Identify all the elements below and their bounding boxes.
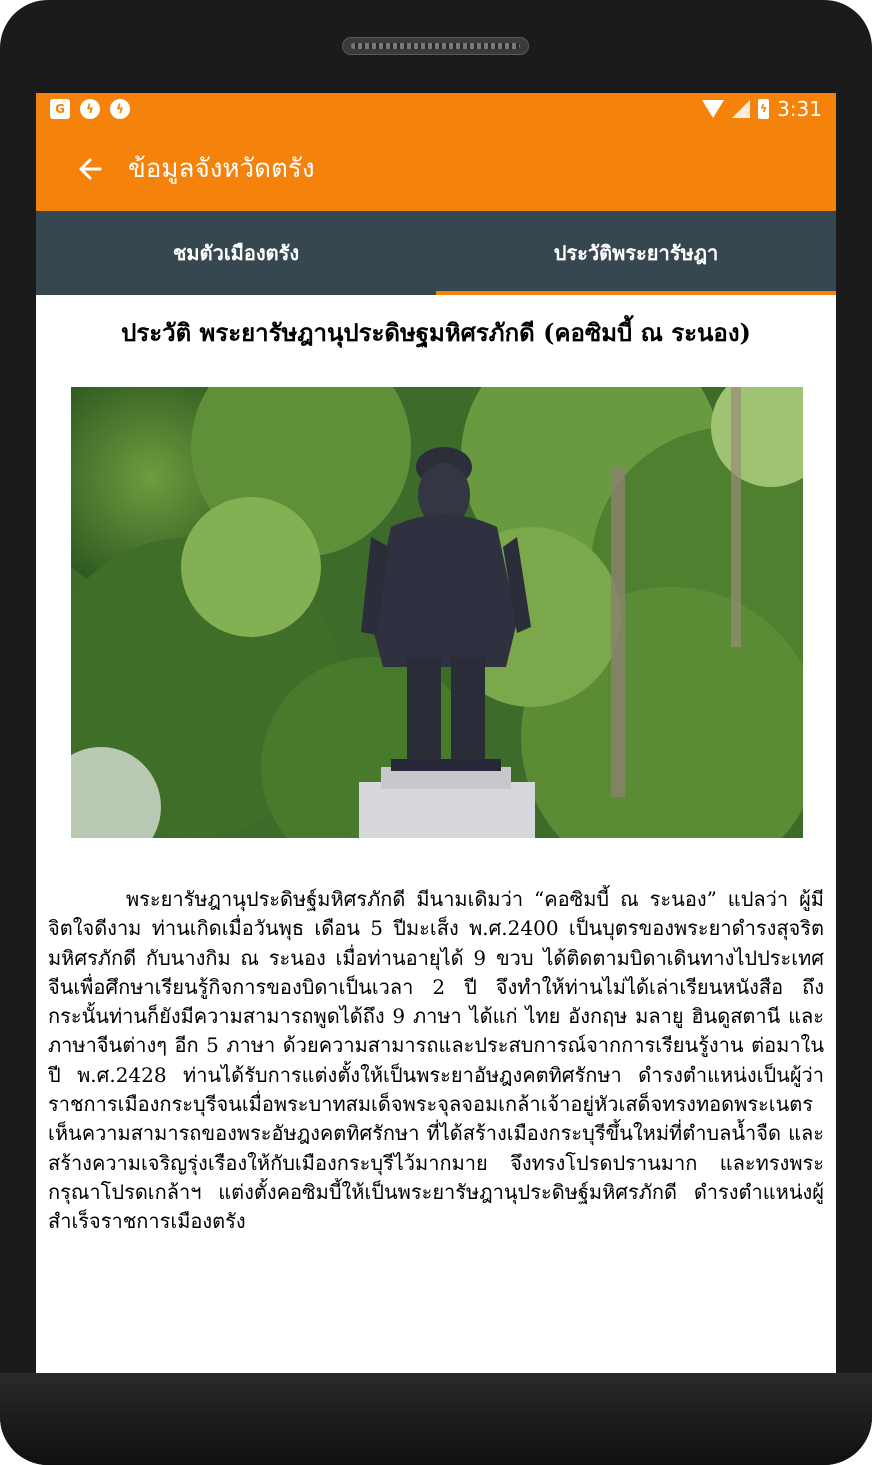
app-screen: G ϟ ϟ ϟ 3:31 ข้อมูลจังหวัดตรัง ชมตัวเมือ… — [36, 93, 836, 1373]
system-icons: ϟ 3:31 — [702, 97, 822, 121]
earpiece-speaker — [342, 37, 529, 55]
messenger-icon: ϟ — [80, 99, 100, 119]
arrow-left-icon[interactable] — [76, 149, 108, 189]
phone-frame: G ϟ ϟ ϟ 3:31 ข้อมูลจังหวัดตรัง ชมตัวเมือ… — [0, 0, 872, 1465]
statue-photo — [71, 387, 803, 838]
page-title: ข้อมูลจังหวัดตรัง — [128, 154, 315, 184]
battery-icon: ϟ — [758, 99, 770, 119]
phone-bottom-bezel — [0, 1373, 872, 1465]
tab-city-tour[interactable]: ชมตัวเมืองตรัง — [36, 211, 436, 295]
article-heading: ประวัติ พระยารัษฎานุประดิษฐมหิศรภักดี (ค… — [121, 318, 751, 347]
tab-bar: ชมตัวเมืองตรัง ประวัติพระยารัษฎา — [36, 211, 836, 295]
article-content: ประวัติ พระยารัษฎานุประดิษฐมหิศรภักดี (ค… — [36, 295, 836, 1373]
wifi-icon — [702, 100, 725, 118]
gplus-icon: G — [50, 99, 70, 119]
status-bar: G ϟ ϟ ϟ 3:31 — [36, 93, 836, 127]
article-body: พระยารัษฎานุประดิษฐ์มหิศรภักดี มีนามเดิม… — [48, 887, 824, 1234]
tab-history[interactable]: ประวัติพระยารัษฎา — [436, 211, 836, 295]
status-time: 3:31 — [777, 97, 822, 121]
signal-icon — [732, 100, 751, 118]
app-toolbar: ข้อมูลจังหวัดตรัง — [36, 127, 836, 211]
notification-icons: G ϟ ϟ — [50, 99, 130, 119]
messenger-icon: ϟ — [110, 99, 130, 119]
